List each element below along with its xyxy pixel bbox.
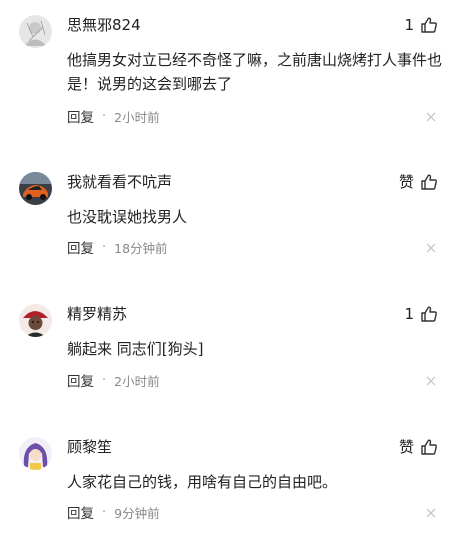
separator: · [102,504,107,520]
comment-text: 人家花自己的钱，用啥有自己的自由吧。 [67,473,338,491]
like-count: 1 [404,305,414,323]
comment-item: 我就看看不吭声 赞 也没耽误她找男人 回复 · 18分钟前 [0,157,462,267]
user-avatar[interactable] [19,437,52,470]
close-icon[interactable] [424,110,438,124]
comment-text: 躺起来 同志们[狗头] [67,340,204,358]
separator: · [102,108,107,124]
reply-button[interactable]: 回复 [67,370,94,390]
timestamp: 2小时前 [114,109,160,125]
timestamp: 2小时前 [114,373,160,389]
comment-meta: 回复 · 2小时前 [67,106,160,127]
user-avatar[interactable] [19,304,52,337]
like-button[interactable]: 赞 [399,436,438,458]
user-avatar[interactable] [19,172,52,205]
comment-meta: 回复 · 18分钟前 [67,237,168,258]
comment-item: 思無邪824 1 他搞男女对立已经不奇怪了嘛，之前唐山烧烤打人事件也是！说男的这… [0,0,462,132]
comment-text: 他搞男女对立已经不奇怪了嘛，之前唐山烧烤打人事件也是！说男的这会到哪去了 [67,51,443,93]
close-icon[interactable] [424,241,438,255]
username[interactable]: 思無邪824 [67,14,141,36]
separator: · [102,239,107,255]
comment-meta: 回复 · 9分钟前 [67,502,160,523]
reply-button[interactable]: 回复 [67,237,94,257]
avatar-anime-purple-icon [19,437,52,470]
comment-meta: 回复 · 2小时前 [67,370,160,391]
thumbs-up-icon [421,174,437,190]
like-button[interactable]: 1 [404,14,438,36]
comment-text: 也没耽误她找男人 [67,208,188,226]
thumbs-up-icon [421,306,437,322]
separator: · [102,372,107,388]
like-label: 赞 [398,173,414,191]
like-button[interactable]: 赞 [399,171,438,193]
timestamp: 9分钟前 [114,505,160,521]
thumbs-up-icon [421,17,437,33]
close-icon[interactable] [424,374,438,388]
avatar-girl-red-hat-icon [19,304,52,337]
comment-item: 顾黎笙 赞 人家花自己的钱，用啥有自己的自由吧。 回复 · 9分钟前 [0,422,462,532]
like-button[interactable]: 1 [404,303,438,325]
timestamp: 18分钟前 [114,240,168,256]
avatar-sketch-icon [19,15,52,48]
avatar-car-icon [19,172,52,205]
user-avatar[interactable] [19,15,52,48]
close-icon[interactable] [424,506,438,520]
reply-button[interactable]: 回复 [67,502,94,522]
thumbs-up-icon [421,439,437,455]
reply-button[interactable]: 回复 [67,106,94,126]
comment-item: 精罗精苏 1 躺起来 同志们[狗头] 回复 · 2小时前 [0,289,462,399]
username[interactable]: 精罗精苏 [67,303,127,325]
username[interactable]: 顾黎笙 [67,436,112,458]
like-label: 赞 [398,438,414,456]
like-count: 1 [404,16,414,34]
username[interactable]: 我就看看不吭声 [67,171,172,193]
